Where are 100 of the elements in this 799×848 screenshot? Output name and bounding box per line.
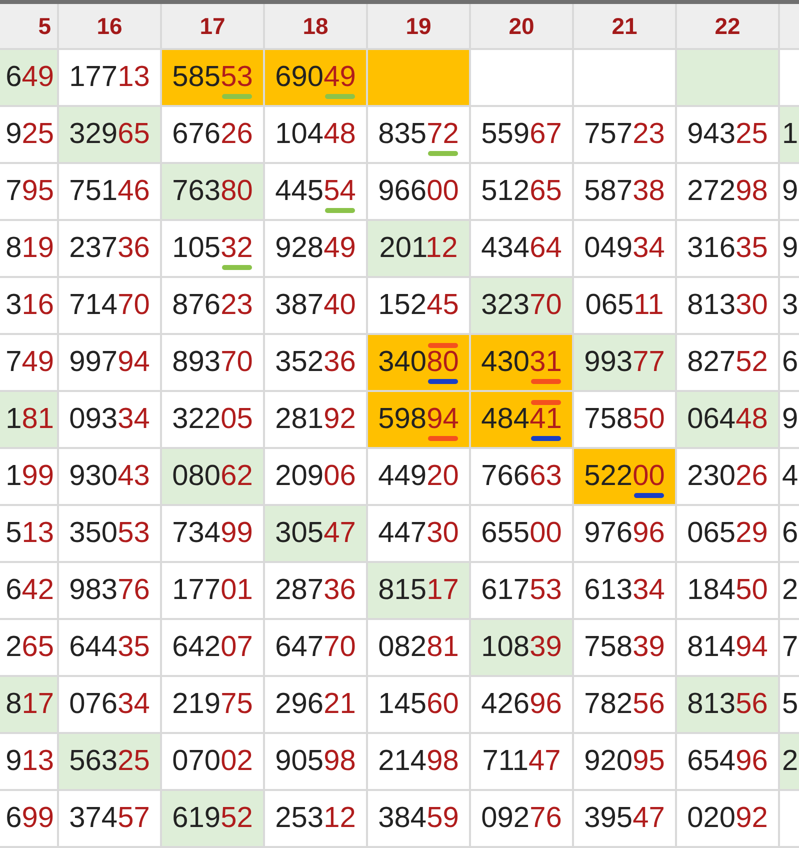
number-cell: 06529 (677, 506, 778, 561)
number-cell: 61334 (574, 563, 675, 618)
number-cell: 513 (0, 506, 57, 561)
number-cell: 10839 (471, 620, 572, 675)
number-cell: 92095 (574, 734, 675, 789)
number-cell: 48441 (471, 392, 572, 447)
number-cell: 87623 (162, 278, 263, 333)
number-cell: 34080 (368, 335, 469, 390)
number-cell: 65500 (471, 506, 572, 561)
number-cell: 99794 (59, 335, 160, 390)
number-cell: 31635 (677, 221, 778, 276)
number-cell: 925 (0, 107, 57, 162)
number-cell: 06448 (677, 392, 778, 447)
number-cell: 38740 (265, 278, 366, 333)
number-cell: 28736 (265, 563, 366, 618)
number-cell: 67626 (162, 107, 263, 162)
number-cell: 81330 (677, 278, 778, 333)
number-cell: 08062 (162, 449, 263, 504)
number-cell: 90598 (265, 734, 366, 789)
number-cell: 199 (0, 449, 57, 504)
header-background (780, 4, 799, 48)
number-cell: 27298 (677, 164, 778, 219)
number-cell: 3 (780, 278, 799, 333)
number-cell: 83572 (368, 107, 469, 162)
number-cell: 42696 (471, 677, 572, 732)
number-cell: 913 (0, 734, 57, 789)
number-cell: 52200 (574, 449, 675, 504)
number-cell: 30547 (265, 506, 366, 561)
number-cell: 795 (0, 164, 57, 219)
number-cell: 06511 (574, 278, 675, 333)
number-cell: 37457 (59, 791, 160, 846)
number-cell: 14560 (368, 677, 469, 732)
number-cell: 61952 (162, 791, 263, 846)
number-cell: 64435 (59, 620, 160, 675)
number-cell: 699 (0, 791, 57, 846)
number-cell: 02092 (677, 791, 778, 846)
number-cell: 35236 (265, 335, 366, 390)
number-cell: 94325 (677, 107, 778, 162)
number-cell (780, 791, 799, 846)
column-header: 16 (96, 12, 122, 40)
number-cell: 81494 (677, 620, 778, 675)
number-cell: 69049 (265, 50, 366, 105)
number-cell: 75723 (574, 107, 675, 162)
number-cell: 07634 (59, 677, 160, 732)
number-cell: 29621 (265, 677, 366, 732)
number-cell (780, 50, 799, 105)
number-cell: 78256 (574, 677, 675, 732)
number-cell: 89370 (162, 335, 263, 390)
number-cell: 749 (0, 335, 57, 390)
number-cell: 09276 (471, 791, 572, 846)
number-cell: 76380 (162, 164, 263, 219)
number-cell: 92849 (265, 221, 366, 276)
number-cell: 21498 (368, 734, 469, 789)
number-cell: 17701 (162, 563, 263, 618)
number-cell: 44730 (368, 506, 469, 561)
number-cell: 2 (780, 734, 799, 789)
number-cell: 97696 (574, 506, 675, 561)
number-cell: 71470 (59, 278, 160, 333)
number-cell: 64207 (162, 620, 263, 675)
number-cell: 9 (780, 392, 799, 447)
number-cell: 23736 (59, 221, 160, 276)
column-header: 5 (38, 12, 51, 40)
number-cell: 75146 (59, 164, 160, 219)
number-cell: 75850 (574, 392, 675, 447)
number-cell: 98376 (59, 563, 160, 618)
number-cell: 71147 (471, 734, 572, 789)
number-cell: 09334 (59, 392, 160, 447)
number-cell: 99377 (574, 335, 675, 390)
number-cell: 44554 (265, 164, 366, 219)
number-cell: 81356 (677, 677, 778, 732)
number-cell: 5 (780, 677, 799, 732)
number-cell: 15245 (368, 278, 469, 333)
number-cell: 316 (0, 278, 57, 333)
number-cell: 7 (780, 620, 799, 675)
number-cell: 65496 (677, 734, 778, 789)
number-cell: 58738 (574, 164, 675, 219)
column-header: 18 (302, 12, 328, 40)
number-cell: 59894 (368, 392, 469, 447)
number-cell: 9 (780, 221, 799, 276)
number-cell: 32205 (162, 392, 263, 447)
number-cell: 61753 (471, 563, 572, 618)
number-cell: 32370 (471, 278, 572, 333)
column-header: 22 (714, 12, 740, 40)
number-cell: 32965 (59, 107, 160, 162)
number-cell: 6 (780, 335, 799, 390)
number-cell: 28192 (265, 392, 366, 447)
number-cell: 43031 (471, 335, 572, 390)
number-cell: 35053 (59, 506, 160, 561)
column-header: 17 (200, 12, 226, 40)
number-cell: 181 (0, 392, 57, 447)
number-cell: 43464 (471, 221, 572, 276)
number-cell: 21975 (162, 677, 263, 732)
number-cell: 93043 (59, 449, 160, 504)
number-cell: 81517 (368, 563, 469, 618)
number-cell: 04934 (574, 221, 675, 276)
number-cell: 10532 (162, 221, 263, 276)
number-cell: 39547 (574, 791, 675, 846)
number-cell: 265 (0, 620, 57, 675)
number-cell: 649 (0, 50, 57, 105)
number-cell: 56325 (59, 734, 160, 789)
